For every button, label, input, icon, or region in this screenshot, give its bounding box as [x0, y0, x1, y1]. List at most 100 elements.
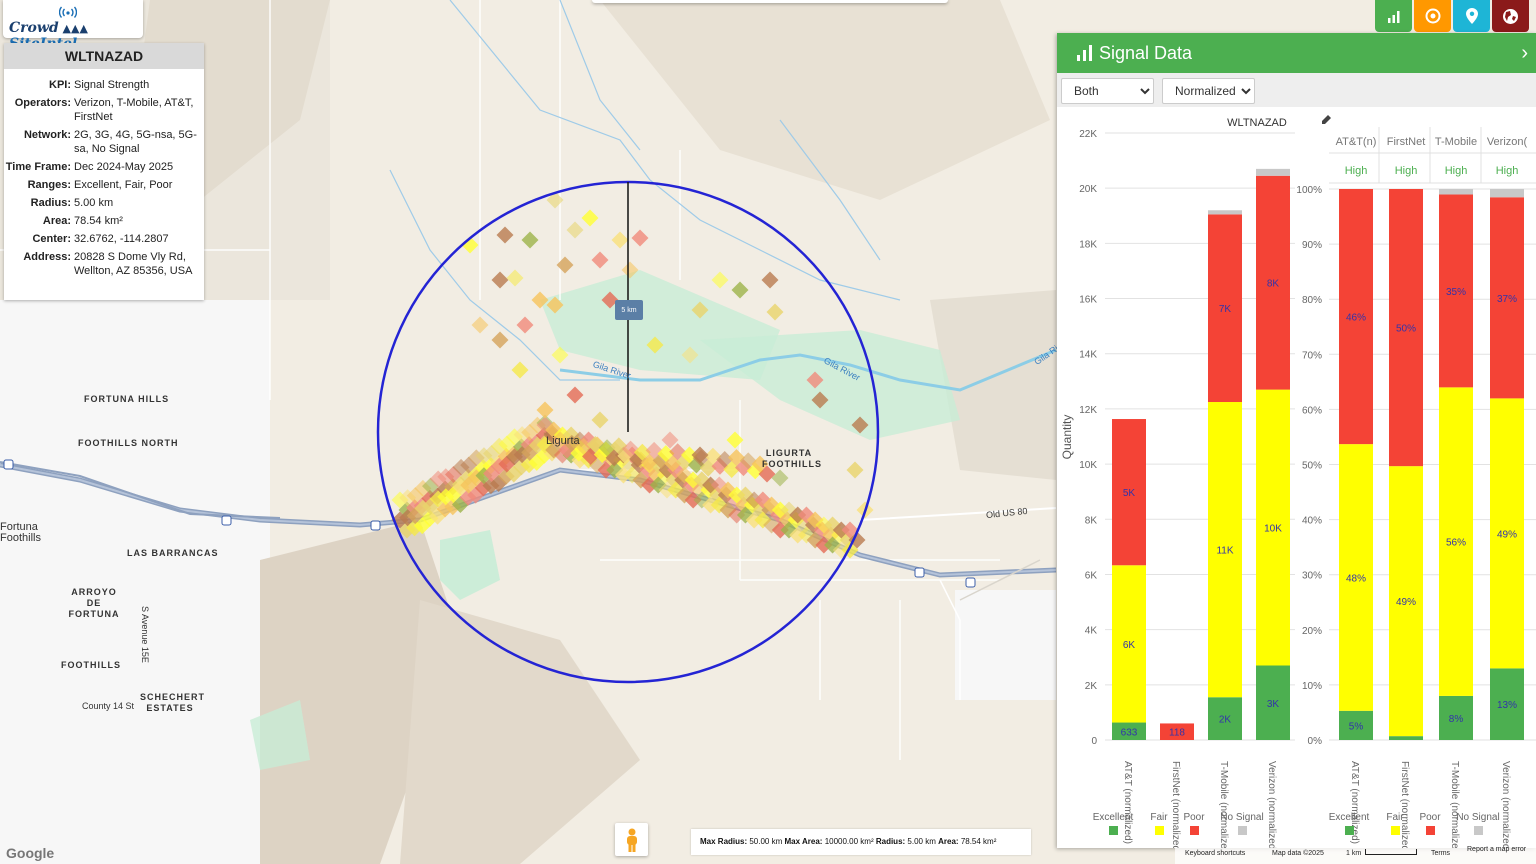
info-value: 2G, 3G, 4G, 5G-nsa, 5G-sa, No Signal — [74, 129, 197, 155]
scale-label[interactable]: 1 km — [1346, 850, 1361, 857]
stats-button[interactable] — [1375, 0, 1412, 32]
y-tick-label: 100% — [1296, 185, 1322, 196]
target-button[interactable] — [1414, 0, 1451, 32]
info-row: Operators: Verizon, T-Mobile, AT&T, First… — [4, 95, 204, 127]
y-tick-label: 4K — [1085, 626, 1098, 637]
search-bar[interactable] — [592, 0, 948, 3]
column-header: Verizon( — [1487, 136, 1528, 148]
y-tick-label: 60% — [1302, 405, 1322, 416]
legend-swatch — [1345, 826, 1354, 835]
bar-value-label: 7K — [1219, 304, 1232, 315]
google-logo[interactable]: Google — [6, 845, 54, 861]
y-tick-label: 22K — [1079, 129, 1097, 140]
y-tick-label: 20K — [1079, 184, 1097, 195]
bar-value-label: 48% — [1346, 573, 1366, 584]
legend-label: Fair — [1150, 812, 1168, 823]
map-label-ligurta: Ligurta — [546, 435, 580, 447]
y-tick-label: 30% — [1302, 571, 1322, 582]
operator-filter-select[interactable]: Both — [1061, 78, 1154, 104]
legend-swatch — [1109, 826, 1118, 835]
y-tick-label: 90% — [1302, 240, 1322, 251]
y-tick-label: 18K — [1079, 239, 1097, 250]
bar-value-label: 5% — [1349, 721, 1364, 732]
radius-label[interactable]: 5 km — [612, 305, 646, 316]
info-value: Signal Strength — [74, 79, 150, 91]
info-value: 78.54 km² — [74, 215, 123, 227]
target-icon — [1425, 8, 1440, 24]
legend-swatch — [1238, 826, 1247, 835]
map-label-ligurta-foothills: LIGURTA FOOTHILLS — [762, 448, 822, 469]
legend-label: No Signal — [1220, 812, 1263, 823]
max-area-label: Max Area: — [784, 837, 823, 846]
panel-title: Signal Data — [1099, 43, 1193, 63]
info-row: Address: 20828 S Dome Vly Rd, Wellton, AZ… — [4, 249, 204, 281]
y-tick-label: 8K — [1085, 515, 1098, 526]
pencil-icon — [1322, 115, 1331, 124]
info-key: Network: — [23, 129, 71, 141]
keyboard-shortcuts-link[interactable]: Keyboard shortcuts — [1185, 850, 1245, 857]
crowd-siteintel-logo[interactable]: Crowd ▲▲▲ SiteIntel — [3, 0, 143, 52]
mode-select[interactable]: Normalized — [1162, 78, 1255, 104]
location-button[interactable] — [1453, 0, 1490, 32]
bar-segment — [1389, 736, 1423, 740]
panel-header: Signal Data › — [1057, 33, 1536, 73]
x-tick-label: FirstNet (normalized) — [1399, 761, 1410, 848]
legend-label: Poor — [1183, 812, 1205, 823]
x-tick-label: FirstNet (normalized) — [1170, 761, 1181, 848]
column-header: T-Mobile — [1435, 136, 1477, 148]
info-key: Address: — [23, 251, 71, 263]
x-tick-label: T-Mobile (normalized) — [1218, 761, 1229, 848]
bar-segment — [1490, 189, 1524, 198]
report-map-error-link[interactable]: Report a map error — [1467, 846, 1526, 853]
column-value: High — [1345, 165, 1368, 177]
y-tick-label: 20% — [1302, 626, 1322, 637]
collapse-chevron-icon[interactable]: › — [1521, 33, 1528, 73]
info-value: Excellent, Fair, Poor — [74, 179, 173, 191]
x-tick-label: Verizon (normalized) — [1500, 761, 1511, 848]
bar-value-label: 633 — [1121, 727, 1138, 738]
chart-title: WLTNAZAD — [1227, 117, 1287, 129]
bar-value-label: 49% — [1396, 597, 1416, 608]
y-tick-label: 14K — [1079, 350, 1097, 361]
legend-label: Excellent — [1093, 812, 1134, 823]
site-name: WLTNAZAD — [4, 43, 204, 69]
bar-value-label: 11K — [1216, 546, 1233, 557]
legend-swatch — [1426, 826, 1435, 835]
bar-value-label: 5K — [1123, 488, 1136, 499]
radius-label-text: Radius: — [875, 837, 906, 846]
map-label-schechert-estates: SCHECHERT ESTATES — [140, 692, 206, 713]
info-row: Radius: 5.00 km — [4, 195, 204, 213]
legend-label: No Signal — [1456, 812, 1499, 823]
scale-bar — [1365, 849, 1417, 855]
bar-value-label: 50% — [1396, 324, 1416, 335]
bar-segment — [1439, 189, 1473, 195]
info-row: Area: 78.54 km² — [4, 213, 204, 231]
info-key: Ranges: — [27, 179, 71, 191]
map-label-arroyo-de-fortuna: ARROYO DE FORTUNA — [68, 587, 120, 619]
info-key: Radius: — [30, 197, 71, 209]
globe-button[interactable] — [1492, 0, 1529, 32]
bar-value-label: 49% — [1497, 529, 1517, 540]
y-tick-label: 6K — [1085, 570, 1098, 581]
x-tick-label: Verizon (normalized) — [1266, 761, 1277, 848]
street-view-pegman[interactable] — [615, 823, 648, 856]
area-label: Area: — [938, 837, 959, 846]
y-tick-label: 70% — [1302, 350, 1322, 361]
map-footer: Keyboard shortcuts Map data ©2025 1 km T… — [1175, 846, 1536, 864]
panel-controls: Both Normalized — [1057, 73, 1536, 107]
bar-segment — [1256, 168, 1290, 176]
info-row: Network: 2G, 3G, 4G, 5G-nsa, 5G-sa, No Si… — [4, 127, 204, 159]
site-info-panel: WLTNAZAD KPI: Signal Strength Operators: Ve… — [4, 43, 204, 300]
bar-value-label: 8% — [1449, 714, 1464, 725]
map-data-text: Map data ©2025 — [1272, 850, 1324, 857]
map-label-fortuna-foothills: Fortuna Foothills — [0, 521, 41, 544]
bar-chart-icon — [1387, 10, 1399, 23]
y-tick-label: 40% — [1302, 516, 1322, 527]
y-tick-label: 2K — [1085, 681, 1098, 692]
y-tick-label: 12K — [1079, 405, 1097, 416]
pegman-icon — [626, 828, 637, 852]
bar-value-label: 8K — [1267, 279, 1280, 290]
terms-link[interactable]: Terms — [1431, 850, 1450, 857]
bar-value-label: 6K — [1123, 640, 1136, 651]
radius-value: 5.00 km — [907, 837, 936, 846]
